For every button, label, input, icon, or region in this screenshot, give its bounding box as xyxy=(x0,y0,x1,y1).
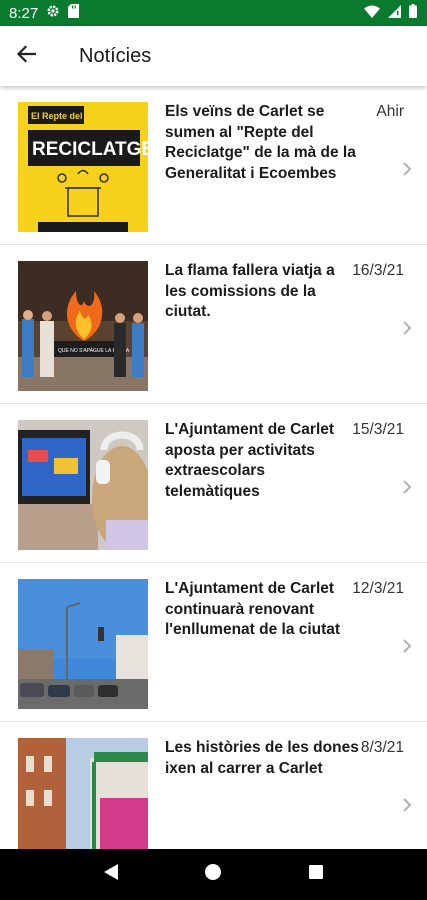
back-arrow-icon xyxy=(16,44,37,68)
news-title: L'Ajuntament de Carlet aposta per activi… xyxy=(165,421,335,500)
news-thumbnail: El Repte del RECICLATGE xyxy=(18,102,148,232)
news-date: 8/3/21 xyxy=(360,739,404,756)
app-bar: Notícies xyxy=(0,26,427,86)
news-title: Les històries de les dones ixen al carre… xyxy=(165,739,359,777)
news-date: 16/3/21 xyxy=(352,262,404,279)
nav-recents-button[interactable] xyxy=(296,855,336,895)
news-title: Els veïns de Carlet se sumen al "Repte d… xyxy=(165,103,356,182)
wifi-icon xyxy=(364,5,380,22)
signal-icon xyxy=(388,4,401,22)
thumb-text-top: El Repte del xyxy=(31,111,83,121)
news-date: Ahir xyxy=(376,103,404,120)
news-date: 15/3/21 xyxy=(352,421,404,438)
nav-home-button[interactable] xyxy=(193,855,233,895)
news-item-enllumenat[interactable]: L'Ajuntament de Carlet continuarà renova… xyxy=(0,563,427,722)
news-item-histories-dones[interactable]: Les històries de les dones ixen al carre… xyxy=(0,722,427,849)
news-thumbnail xyxy=(18,738,148,849)
status-left: 8:27 xyxy=(9,4,80,22)
news-list[interactable]: El Repte del RECICLATGE Els veïns de Car… xyxy=(0,86,427,849)
chevron-right-icon xyxy=(401,796,413,814)
chevron-right-icon xyxy=(401,478,413,496)
thumb-text-main: RECICLATGE xyxy=(32,139,148,160)
status-bar: 8:27 xyxy=(0,0,427,26)
status-right xyxy=(364,4,417,22)
sd-card-icon xyxy=(68,4,80,22)
battery-icon xyxy=(409,4,417,22)
news-item-flama-fallera[interactable]: QUE NO S'APAGUE LA FLAMA La flama faller… xyxy=(0,245,427,404)
home-circle-icon xyxy=(204,863,222,886)
chevron-right-icon xyxy=(401,160,413,178)
news-date: 12/3/21 xyxy=(352,580,404,597)
system-nav-bar xyxy=(0,849,427,900)
news-thumbnail xyxy=(18,420,148,550)
recents-square-icon xyxy=(308,864,324,885)
status-time: 8:27 xyxy=(9,4,39,22)
news-thumbnail: QUE NO S'APAGUE LA FLAMA xyxy=(18,261,148,391)
page-title: Notícies xyxy=(79,44,152,67)
back-button[interactable] xyxy=(0,26,52,86)
gear-icon xyxy=(46,4,60,22)
back-triangle-icon xyxy=(103,863,119,886)
news-item-reciclatge[interactable]: El Repte del RECICLATGE Els veïns de Car… xyxy=(0,86,427,245)
chevron-right-icon xyxy=(401,637,413,655)
news-item-extraescolars[interactable]: L'Ajuntament de Carlet aposta per activi… xyxy=(0,404,427,563)
news-thumbnail xyxy=(18,579,148,709)
news-title: L'Ajuntament de Carlet continuarà renova… xyxy=(165,580,341,638)
nav-back-button[interactable] xyxy=(91,855,131,895)
news-title: La flama fallera viatja a les comissions… xyxy=(165,262,335,320)
chevron-right-icon xyxy=(401,319,413,337)
